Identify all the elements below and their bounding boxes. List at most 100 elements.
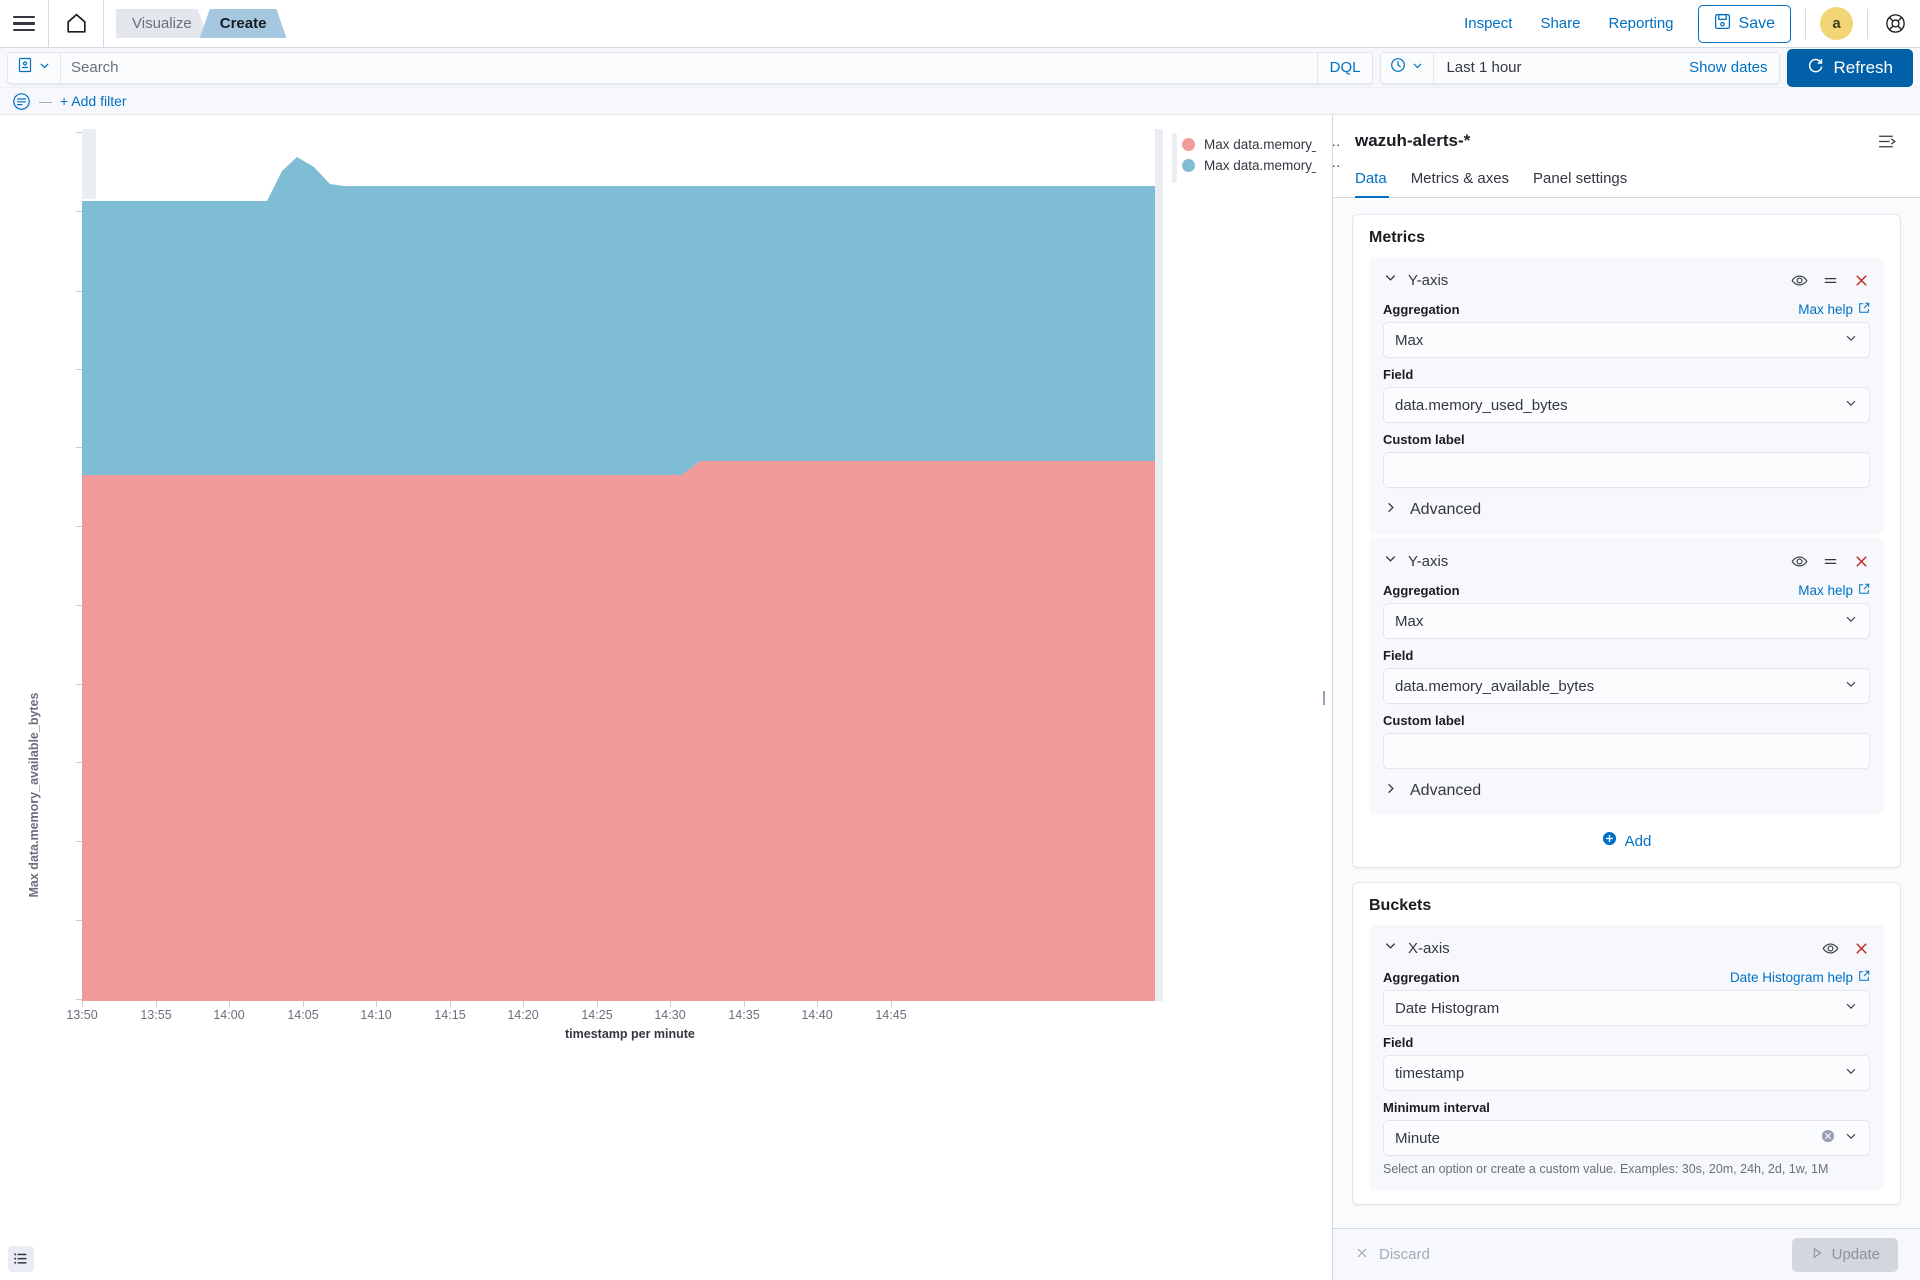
eye-icon[interactable] [1822,940,1839,957]
query-bar: DQL Last 1 hour Show dates [0,48,1920,88]
chevron-down-icon [1844,396,1858,414]
agg-toggle[interactable]: X-axis [1383,938,1450,958]
plot-svg [82,157,1155,1001]
x-tick-label: 14:45 [875,1008,907,1022]
saved-query-button[interactable] [8,52,61,83]
query-language-button[interactable]: DQL [1316,52,1373,83]
field-row: Field data.memory_used_bytes [1383,367,1870,423]
legend-list-icon[interactable] [8,1246,34,1272]
minimum-interval-row: Minimum interval Minute Select an option… [1383,1100,1870,1176]
aggregation-select[interactable]: Max [1383,603,1870,639]
chevron-down-icon [1383,270,1398,290]
inspect-link[interactable]: Inspect [1450,15,1526,32]
advanced-label: Advanced [1410,501,1482,518]
external-link-icon [1858,970,1870,985]
field-label: Field [1383,1035,1414,1050]
date-histogram-help-link[interactable]: Date Histogram help [1730,970,1870,985]
y-axis-title: Max data.memory_available_bytes [27,692,41,898]
share-link[interactable]: Share [1526,15,1594,32]
clear-circle-icon[interactable] [1821,1129,1835,1147]
aggregation-label: Aggregation [1383,302,1460,317]
agg-toggle[interactable]: Y-axis [1383,551,1448,571]
stacked-area-plot[interactable] [82,129,1155,1001]
close-x-icon[interactable] [1853,553,1870,570]
aggregation-select[interactable]: Date Histogram [1383,990,1870,1026]
save-button[interactable]: Save [1697,4,1791,43]
external-link-icon [1858,583,1870,598]
panel-resize-handle[interactable] [1316,115,1332,1280]
time-range-value[interactable]: Last 1 hour [1434,59,1677,76]
visualization-panel: Max data.memory_available_bytes 2GB 1.9G… [0,115,1341,1280]
update-button-label: Update [1831,1246,1880,1263]
field-label: Field [1383,648,1414,663]
avatar[interactable]: a [1820,7,1853,40]
save-disk-icon [1714,13,1731,35]
refresh-button-label: Refresh [1833,57,1893,77]
filter-bar: — + Add filter [0,88,1920,115]
agg-name-label: Y-axis [1408,552,1449,570]
clock-icon [1390,57,1406,78]
time-picker-quick-menu[interactable] [1381,52,1435,83]
minimum-interval-select[interactable]: Minute [1383,1120,1870,1156]
agg-toggle[interactable]: Y-axis [1383,270,1448,290]
aggregation-select[interactable]: Max [1383,322,1870,358]
aggregation-label: Aggregation [1383,583,1460,598]
x-tick-label: 14:25 [581,1008,613,1022]
search-input[interactable] [61,59,1317,76]
update-button[interactable]: Update [1791,1237,1898,1272]
breadcrumb-create[interactable]: Create [200,9,287,38]
add-metric-button[interactable]: Add [1369,819,1884,857]
tab-metrics-axes[interactable]: Metrics & axes [1399,164,1521,197]
refresh-button[interactable]: Refresh [1787,48,1913,87]
field-select[interactable]: data.memory_used_bytes [1383,387,1870,423]
close-x-icon[interactable] [1853,940,1870,957]
advanced-toggle[interactable]: Advanced [1383,781,1870,801]
eye-icon[interactable] [1791,272,1808,289]
help-lifebuoy-icon[interactable] [1882,11,1908,37]
agg-actions [1791,272,1870,289]
advanced-toggle[interactable]: Advanced [1383,500,1870,520]
time-picker: Last 1 hour Show dates [1380,51,1781,84]
aggregation-row: Aggregation Date Histogram help Date His… [1383,970,1870,1026]
chevron-right-icon [1383,500,1398,520]
buckets-section-title: Buckets [1369,897,1432,914]
close-x-icon[interactable] [1853,272,1870,289]
editor-footer: Discard Update [1333,1228,1920,1280]
nav-divider-3 [1805,8,1806,39]
reporting-link[interactable]: Reporting [1594,15,1687,32]
max-help-link[interactable]: Max help [1798,302,1870,317]
field-row: Field timestamp [1383,1035,1870,1091]
legend-scroll-indicator [1172,133,1177,183]
x-tick-label: 14:10 [360,1008,392,1022]
aggregation-row: Aggregation Max help Max [1383,583,1870,639]
eye-icon[interactable] [1791,553,1808,570]
home-icon[interactable] [49,0,103,48]
drag-handle-icon[interactable] [1822,272,1839,289]
agg-header: Y-axis [1383,267,1870,293]
collapse-panel-icon[interactable] [1877,131,1898,152]
editor-scroll-region[interactable]: Metrics Y-axis Aggregation Max help Max … [1333,198,1920,1228]
breadcrumb-visualize[interactable]: Visualize [116,9,208,38]
filter-list-icon[interactable] [12,92,31,111]
custom-label-input[interactable] [1383,733,1870,769]
discard-button[interactable]: Discard [1355,1246,1430,1264]
agg-header: X-axis [1383,935,1870,961]
search-bar: DQL [7,51,1374,84]
editor-tabs: Data Metrics & axes Panel settings [1333,164,1920,198]
add-filter-button[interactable]: + Add filter [60,93,127,109]
show-dates-button[interactable]: Show dates [1677,59,1779,76]
max-help-link[interactable]: Max help [1798,583,1870,598]
aggregation-row: Aggregation Max help Max [1383,302,1870,358]
agg-name-label: X-axis [1408,939,1450,957]
field-select[interactable]: timestamp [1383,1055,1870,1091]
plot-right-gutter [1155,129,1163,1001]
tab-data[interactable]: Data [1355,164,1399,198]
drag-handle-icon[interactable] [1822,553,1839,570]
chevron-down-icon [38,59,51,77]
custom-label-input[interactable] [1383,452,1870,488]
tab-panel-settings[interactable]: Panel settings [1521,164,1639,197]
hamburger-icon[interactable] [0,0,48,48]
x-tick-label: 13:50 [66,1008,98,1022]
custom-label-row: Custom label [1383,713,1870,769]
field-select[interactable]: data.memory_available_bytes [1383,668,1870,704]
